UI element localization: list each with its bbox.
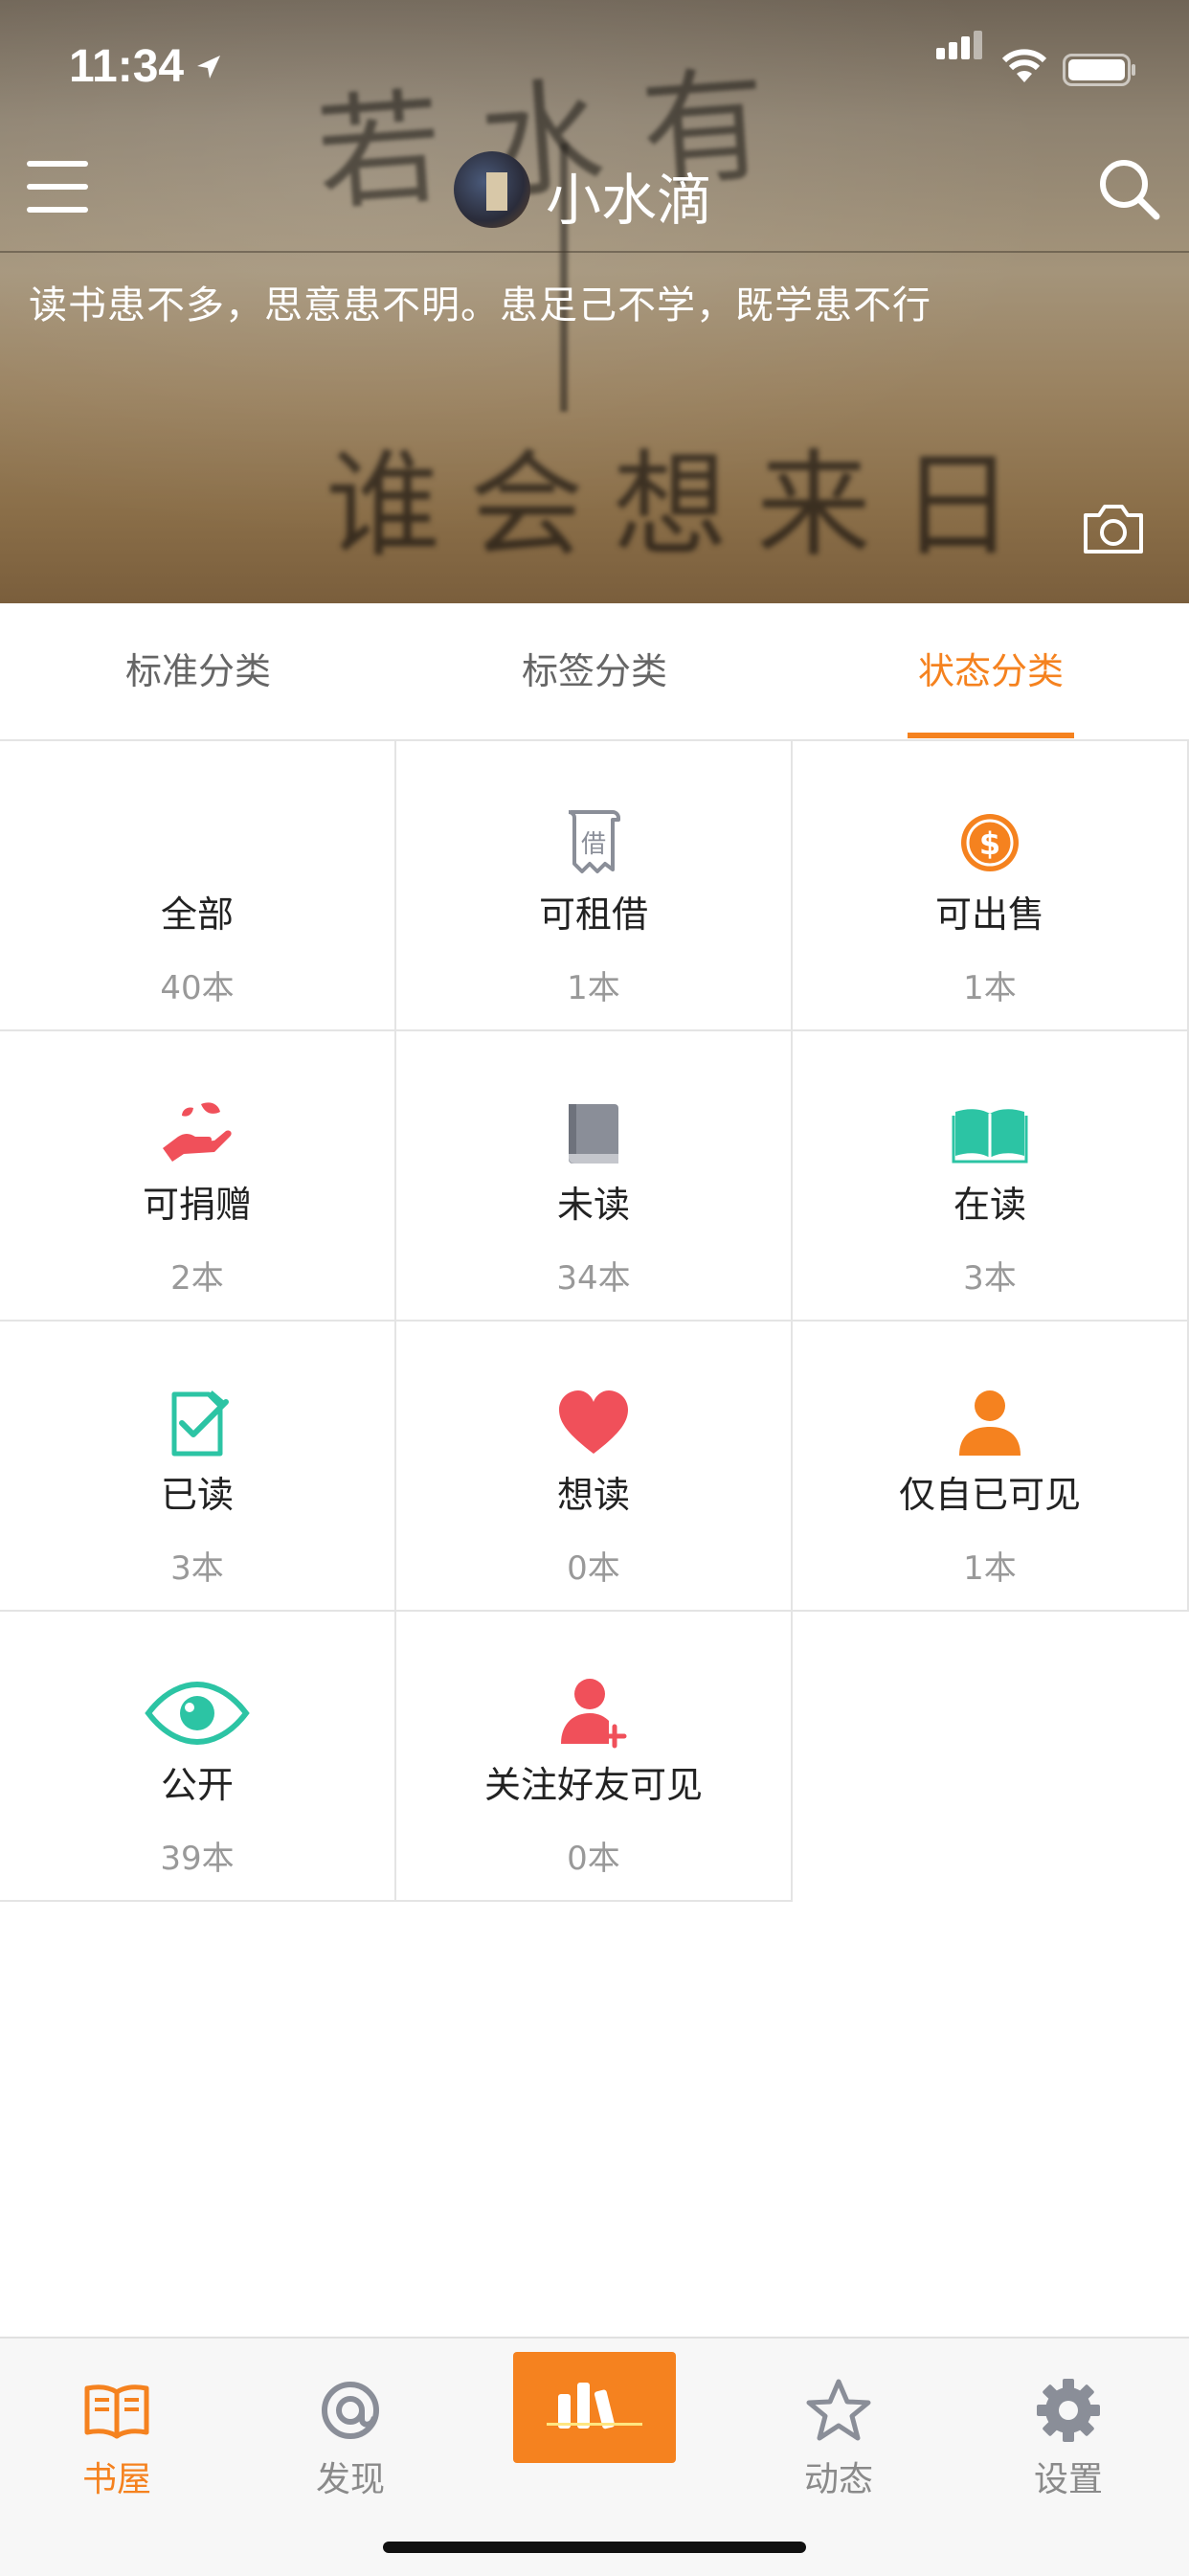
scan-button[interactable] <box>513 2352 676 2463</box>
category-count: 1本 <box>567 969 620 1007</box>
category-public[interactable]: 公开 39本 <box>0 1612 396 1902</box>
category-label: 仅自已可见 <box>898 1474 1081 1516</box>
location-arrow-icon <box>197 56 220 79</box>
category-friends-visible[interactable]: 关注好友可见 0本 <box>396 1612 793 1902</box>
avatar[interactable] <box>454 151 530 228</box>
status-time: 11:34 <box>69 41 185 92</box>
category-count: 39本 <box>160 1840 235 1878</box>
category-count: 0本 <box>567 1549 620 1588</box>
profile-header: 若水有 谁会想来日 11:34 小水滴 读书患不多，思意患不明。患足己不学，既学… <box>0 0 1189 603</box>
book-icon <box>84 2384 149 2439</box>
category-count: 2本 <box>170 1259 224 1298</box>
nav-activity[interactable]: 动态 <box>762 2356 915 2499</box>
wifi-icon <box>1001 49 1047 82</box>
eye-icon <box>145 1681 250 1746</box>
category-read[interactable]: 已读 3本 <box>0 1322 396 1612</box>
category-label: 已读 <box>160 1474 234 1516</box>
search-icon[interactable] <box>1097 157 1160 220</box>
category-count: 3本 <box>963 1259 1017 1298</box>
category-count: 34本 <box>556 1259 631 1298</box>
person-icon <box>959 1390 1021 1456</box>
background-calligraphy-lower: 谁会想来日 <box>325 440 1043 573</box>
motto-text: 读书患不多，思意患不明。患足己不学，既学患不行 <box>29 283 931 328</box>
home-indicator <box>383 2542 806 2553</box>
bottom-tab-bar: 书屋 发现 动态 设置 <box>0 2337 1189 2576</box>
open-book-icon <box>952 1109 1028 1164</box>
lend-receipt-icon: 借 <box>568 810 620 873</box>
closed-book-icon <box>569 1104 618 1164</box>
category-lendable[interactable]: 借 可租借 1本 <box>396 741 793 1031</box>
heart-icon <box>559 1390 628 1454</box>
category-label: 可租借 <box>538 893 648 936</box>
scan-barcode-icon <box>547 2383 642 2429</box>
gear-icon <box>1037 2379 1100 2442</box>
active-tab-indicator <box>908 733 1074 738</box>
discover-icon <box>322 2382 379 2439</box>
category-label: 想读 <box>556 1474 630 1516</box>
category-all[interactable]: 全部 40本 <box>0 741 396 1031</box>
username: 小水滴 <box>546 168 713 233</box>
camera-icon[interactable] <box>1082 502 1145 555</box>
nav-bookhouse[interactable]: 书屋 <box>40 2356 193 2499</box>
svg-text:$: $ <box>979 825 1000 862</box>
tab-standard-category[interactable]: 标准分类 <box>0 603 396 739</box>
svg-text:借: 借 <box>581 830 606 859</box>
nav-label: 书屋 <box>81 2460 151 2499</box>
category-label: 可出售 <box>934 893 1044 936</box>
dollar-coin-icon: $ <box>961 814 1019 871</box>
nav-label: 动态 <box>803 2460 873 2499</box>
category-label: 在读 <box>953 1184 1026 1226</box>
category-reading[interactable]: 在读 3本 <box>793 1031 1189 1322</box>
checklist-icon <box>171 1390 229 1457</box>
hamburger-menu-icon[interactable] <box>27 161 90 213</box>
category-count: 0本 <box>567 1840 620 1878</box>
tab-status-category[interactable]: 状态分类 <box>793 603 1189 739</box>
nav-label: 发现 <box>315 2460 385 2499</box>
category-label: 公开 <box>160 1764 234 1806</box>
battery-icon <box>1063 54 1135 86</box>
category-for-sale[interactable]: $ 可出售 1本 <box>793 741 1189 1031</box>
category-unread[interactable]: 未读 34本 <box>396 1031 793 1322</box>
category-tabs: 标准分类 标签分类 状态分类 <box>0 603 1189 741</box>
category-want-to-read[interactable]: 想读 0本 <box>396 1322 793 1612</box>
header-divider <box>0 251 1189 253</box>
star-icon <box>806 2379 871 2441</box>
category-donatable[interactable]: 可捐赠 2本 <box>0 1031 396 1322</box>
category-private[interactable]: 仅自已可见 1本 <box>793 1322 1189 1612</box>
category-count: 1本 <box>963 1549 1017 1588</box>
category-count: 40本 <box>160 969 235 1007</box>
category-label: 未读 <box>556 1184 630 1226</box>
tab-tag-category[interactable]: 标签分类 <box>396 603 793 739</box>
status-bar: 11:34 <box>0 0 1189 134</box>
category-label: 全部 <box>160 893 234 936</box>
nav-label: 设置 <box>1033 2460 1103 2499</box>
category-count: 3本 <box>170 1549 224 1588</box>
nav-settings[interactable]: 设置 <box>992 2356 1145 2499</box>
nav-discover[interactable]: 发现 <box>274 2356 427 2499</box>
category-label: 关注好友可见 <box>483 1764 703 1806</box>
donate-hand-icon <box>163 1102 232 1162</box>
add-friend-icon <box>561 1679 627 1749</box>
category-label: 可捐赠 <box>142 1184 252 1226</box>
category-count: 1本 <box>963 969 1017 1007</box>
